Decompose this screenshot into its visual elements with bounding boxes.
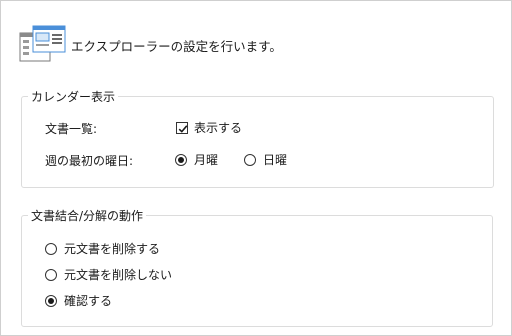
show-calendar-checkbox[interactable]: 表示する <box>176 119 242 136</box>
radio-monday[interactable]: 月曜 <box>175 151 218 168</box>
doc-list-label: 文書一覧: <box>45 122 98 136</box>
radio-confirm-label: 確認する <box>64 294 113 308</box>
radio-selected-dot <box>178 156 184 163</box>
calendar-group-title: カレンダー表示 <box>28 88 119 105</box>
radio-confirm[interactable]: 確認する <box>45 292 112 309</box>
merge-group-title: 文書結合/分解の動作 <box>28 207 147 224</box>
radio-sunday-label: 日曜 <box>263 153 288 167</box>
radio-monday-label: 月曜 <box>194 153 219 167</box>
check-icon <box>178 124 188 133</box>
header-description: エクスプローラーの設定を行います。 <box>71 39 282 54</box>
radio-circle[interactable] <box>45 268 57 281</box>
radio-circle[interactable] <box>45 242 57 255</box>
radio-circle[interactable] <box>244 153 256 166</box>
radio-circle[interactable] <box>45 294 57 307</box>
explorer-settings-icon <box>19 25 66 62</box>
radio-sunday[interactable]: 日曜 <box>244 151 287 168</box>
radio-keep-original-label: 元文書を削除しない <box>64 268 173 282</box>
radio-delete-original-label: 元文書を削除する <box>64 242 161 256</box>
radio-selected-dot <box>48 297 54 304</box>
settings-panel: エクスプローラーの設定を行います。 カレンダー表示 文書一覧: 表示する 週の最… <box>0 0 512 336</box>
radio-circle[interactable] <box>175 153 187 166</box>
first-day-label: 週の最初の曜日: <box>45 154 134 168</box>
show-checkbox-label: 表示する <box>194 121 243 135</box>
radio-delete-original[interactable]: 元文書を削除する <box>45 240 160 257</box>
checkbox-box[interactable] <box>176 121 188 134</box>
radio-keep-original[interactable]: 元文書を削除しない <box>45 266 172 283</box>
calendar-display-group: カレンダー表示 文書一覧: 表示する 週の最初の曜日: 月曜 日曜 <box>21 88 494 188</box>
merge-split-group: 文書結合/分解の動作 元文書を削除する 元文書を削除しない 確認する <box>21 207 493 327</box>
